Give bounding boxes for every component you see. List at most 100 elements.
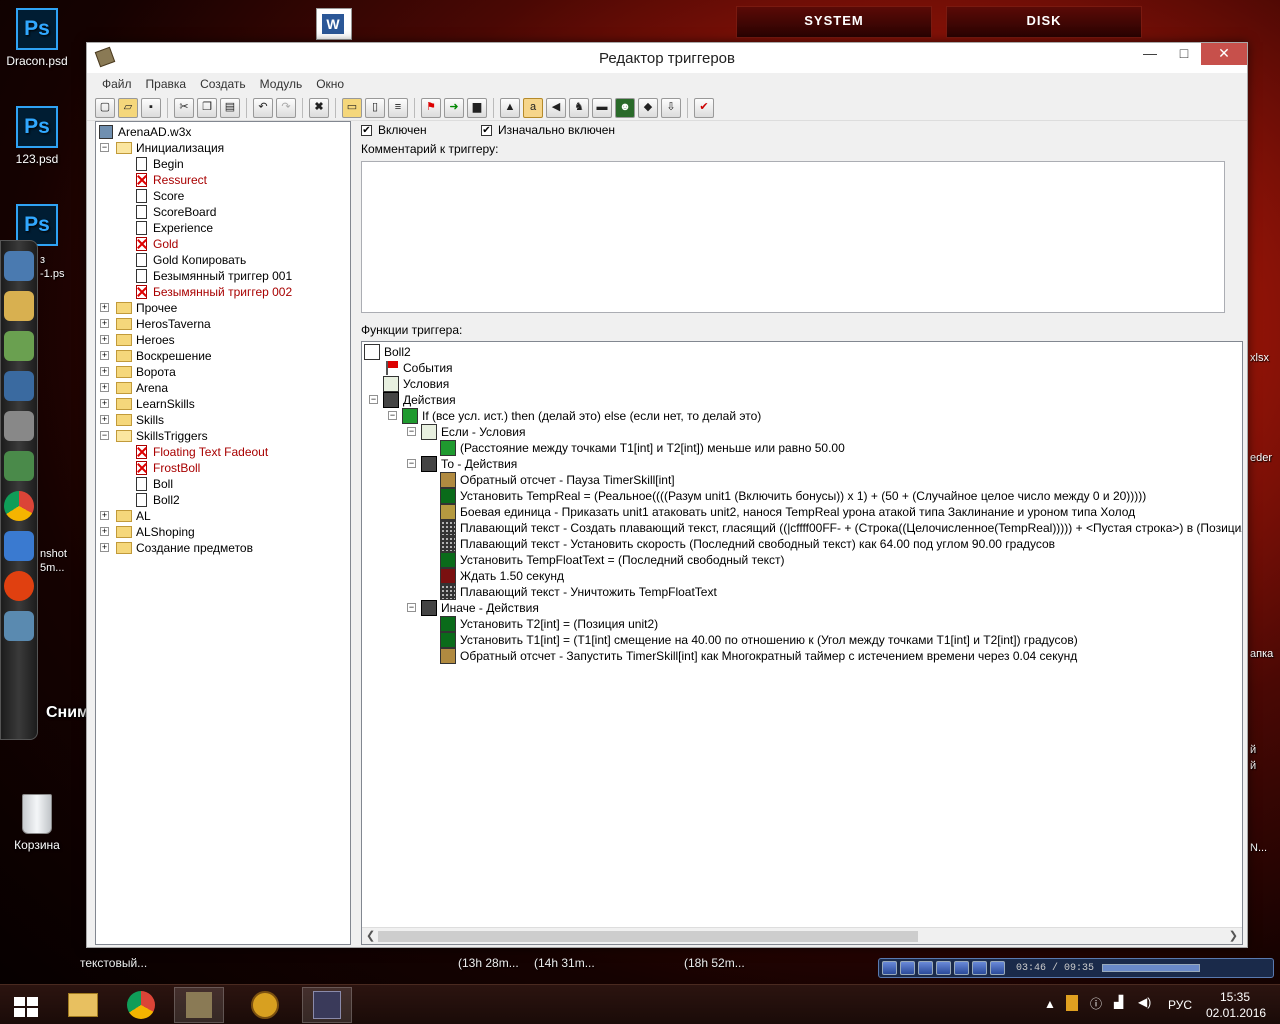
computer-icon[interactable]: [4, 251, 34, 281]
expander-icon[interactable]: −: [100, 143, 109, 152]
camera-icon[interactable]: [4, 611, 34, 641]
word-doc-icon[interactable]: W: [316, 8, 352, 40]
expander-icon[interactable]: +: [100, 543, 109, 552]
tree-node[interactable]: + Воскрешение: [100, 348, 212, 364]
tree-node[interactable]: − Инициализация: [100, 140, 224, 156]
function-node[interactable]: Условия: [383, 376, 449, 392]
delete-icon[interactable]: ✖: [309, 97, 329, 118]
title-bar[interactable]: Редактор триггеров — □ ✕: [87, 43, 1247, 73]
menu-window[interactable]: Окно: [309, 73, 351, 95]
terrain-editor-icon[interactable]: ▲: [500, 97, 520, 118]
expander-icon[interactable]: +: [100, 303, 109, 312]
function-node[interactable]: − То - Действия: [407, 456, 517, 472]
new-category-icon[interactable]: ▭: [342, 97, 362, 118]
tree-node[interactable]: Безымянный триггер 002: [136, 284, 292, 300]
function-node[interactable]: Плавающий текст - Уничтожить TempFloatTe…: [440, 584, 717, 600]
repeat-icon[interactable]: [972, 961, 987, 975]
trigger-editor-icon[interactable]: a: [523, 97, 543, 118]
music-icon[interactable]: [4, 531, 34, 561]
paste-icon[interactable]: ▤: [220, 97, 240, 118]
function-node[interactable]: Плавающий текст - Создать плавающий текс…: [440, 520, 1242, 536]
function-node[interactable]: Ждать 1.50 секунд: [440, 568, 564, 584]
trigger-functions-panel[interactable]: Boll2 События Условия − Действия − If (все усл…: [361, 341, 1243, 945]
function-node[interactable]: Установить T2[int] = (Позиция unit2): [440, 616, 658, 632]
import-manager-icon[interactable]: ⇩: [661, 97, 681, 118]
explorer-task-icon[interactable]: [58, 987, 108, 1023]
tree-node[interactable]: Floating Text Fadeout: [136, 444, 268, 460]
save-icon[interactable]: ▪: [141, 97, 161, 118]
next-icon[interactable]: [990, 961, 1005, 975]
editor-task-icon[interactable]: [174, 987, 224, 1023]
warcraft-task-icon[interactable]: [240, 987, 290, 1023]
tree-node[interactable]: + HerosTaverna: [100, 316, 211, 332]
tree-node[interactable]: + LearnSkills: [100, 396, 195, 412]
tree-root[interactable]: ArenaAD.w3x: [99, 124, 191, 140]
disk-tab-button[interactable]: DISK: [946, 6, 1142, 38]
tree-node[interactable]: Experience: [136, 220, 213, 236]
expander-icon[interactable]: +: [100, 367, 109, 376]
recycle-bin[interactable]: Корзина: [0, 794, 74, 852]
forward-icon[interactable]: [954, 961, 969, 975]
expander-icon[interactable]: −: [369, 395, 378, 404]
close-button[interactable]: ✕: [1201, 43, 1247, 65]
tree-node[interactable]: + Прочее: [100, 300, 177, 316]
pause-icon[interactable]: [900, 961, 915, 975]
tree-node[interactable]: Boll: [136, 476, 173, 492]
comment-textarea[interactable]: [361, 161, 1225, 313]
tree-node[interactable]: Ressurect: [136, 172, 207, 188]
new-action-icon[interactable]: ▆: [467, 97, 487, 118]
function-node[interactable]: − Иначе - Действия: [407, 600, 539, 616]
expander-icon[interactable]: −: [407, 427, 416, 436]
play-icon[interactable]: [882, 961, 897, 975]
function-node[interactable]: Плавающий текст - Установить скорость (П…: [440, 536, 1055, 552]
test-map-icon[interactable]: ✔: [694, 97, 714, 118]
horizontal-scrollbar[interactable]: ❮ ❯: [362, 927, 1242, 944]
clock-date[interactable]: 02.01.2016: [1206, 1006, 1266, 1020]
tree-node[interactable]: Безымянный триггер 001: [136, 268, 292, 284]
desktop-icon-dracon[interactable]: Ps Dracon.psd: [0, 8, 74, 68]
function-node[interactable]: Boll2: [364, 344, 411, 360]
expander-icon[interactable]: −: [407, 603, 416, 612]
tree-node[interactable]: + Heroes: [100, 332, 175, 348]
tree-node[interactable]: Boll2: [136, 492, 180, 508]
object-editor-icon[interactable]: ♞: [569, 97, 589, 118]
function-node[interactable]: (Расстояние между точками T1[int] и T2[i…: [440, 440, 845, 456]
tree-node[interactable]: − SkillsTriggers: [100, 428, 208, 444]
scroll-right-icon[interactable]: ❯: [1229, 929, 1238, 942]
expander-icon[interactable]: −: [407, 459, 416, 468]
language-indicator[interactable]: РУС: [1168, 998, 1192, 1012]
minimize-button[interactable]: —: [1133, 43, 1167, 65]
menu-module[interactable]: Модуль: [253, 73, 310, 95]
new-event-icon[interactable]: ⚑: [421, 97, 441, 118]
chrome-task-icon[interactable]: [116, 987, 166, 1023]
expander-icon[interactable]: +: [100, 399, 109, 408]
network-icon[interactable]: ▟: [1114, 995, 1123, 1009]
tree-node[interactable]: + ALShoping: [100, 524, 195, 540]
expander-icon[interactable]: +: [100, 415, 109, 424]
network-icon[interactable]: [4, 371, 34, 401]
tree-node[interactable]: ScoreBoard: [136, 204, 216, 220]
expander-icon[interactable]: −: [388, 411, 397, 420]
expander-icon[interactable]: +: [100, 335, 109, 344]
redo-icon[interactable]: ↷: [276, 97, 296, 118]
flash-icon[interactable]: [4, 571, 34, 601]
tree-node[interactable]: + Arena: [100, 380, 168, 396]
function-node[interactable]: Установить TempReal = (Реальное((((Разум…: [440, 488, 1146, 504]
download-icon[interactable]: [4, 331, 34, 361]
expander-icon[interactable]: −: [100, 431, 109, 440]
new-comment-icon[interactable]: ≡: [388, 97, 408, 118]
start-button[interactable]: [0, 987, 50, 1023]
new-condition-icon[interactable]: ➜: [444, 97, 464, 118]
tray-expand-icon[interactable]: ▲: [1044, 997, 1056, 1011]
cut-icon[interactable]: ✂: [174, 97, 194, 118]
copy-icon[interactable]: ❐: [197, 97, 217, 118]
maximize-button[interactable]: □: [1167, 43, 1201, 65]
tree-node[interactable]: Gold: [136, 236, 178, 252]
info-icon[interactable]: ⓘ: [1090, 995, 1102, 1012]
tree-node[interactable]: Begin: [136, 156, 184, 172]
tree-node[interactable]: + Skills: [100, 412, 164, 428]
function-node[interactable]: События: [383, 360, 453, 376]
open-icon[interactable]: ▱: [118, 97, 138, 118]
clock-time[interactable]: 15:35: [1220, 990, 1250, 1004]
trigger-tree-panel[interactable]: ArenaAD.w3x − Инициализация Begin Ressurect…: [95, 121, 351, 945]
